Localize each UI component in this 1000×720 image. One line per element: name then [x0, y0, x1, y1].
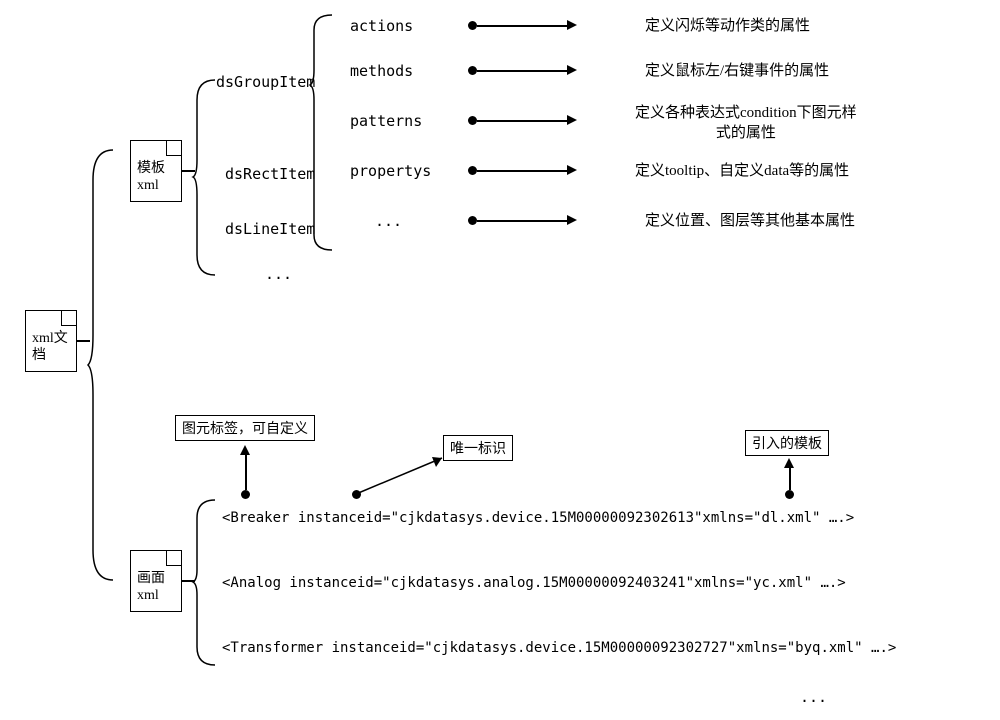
file-icon: 模板 xml: [130, 140, 182, 202]
desc-other: 定义位置、图层等其他基本属性: [645, 212, 855, 232]
diagram: xml文 档 模板 xml dsGroupItem dsRectItem dsL…: [0, 0, 1000, 720]
dot-icon: [468, 116, 477, 125]
item-dsline: dsLineItem: [225, 220, 315, 238]
arrow: [356, 458, 451, 498]
screen-label: 画面 xml: [137, 571, 165, 605]
term-actions: actions: [350, 17, 413, 35]
code-line-transformer: <Transformer instanceid="cjkdatasys.devi…: [222, 640, 896, 656]
term-ellipsis: ...: [375, 212, 402, 230]
dot-icon: [468, 166, 477, 175]
desc-propertys: 定义tooltip、自定义data等的属性: [635, 162, 849, 182]
ellipsis: ...: [265, 265, 292, 283]
arrow: [477, 25, 567, 27]
ellipsis: ...: [800, 688, 827, 706]
brace-icon: [193, 80, 221, 275]
item-dsgroup: dsGroupItem: [216, 73, 315, 91]
item-dsrect: dsRectItem: [225, 165, 315, 183]
dot-icon: [785, 490, 794, 499]
desc-patterns: 定义各种表达式condition下图元样 式的属性: [635, 104, 857, 143]
brace-icon: [193, 500, 221, 665]
dot-icon: [468, 66, 477, 75]
dot-icon: [468, 21, 477, 30]
code-line-analog: <Analog instanceid="cjkdatasys.analog.15…: [222, 575, 846, 591]
desc-methods: 定义鼠标左/右键事件的属性: [645, 62, 829, 82]
arrow-head-icon: [240, 445, 250, 455]
root-label: xml文 档: [32, 331, 68, 365]
arrow-head-icon: [567, 65, 577, 75]
term-methods: methods: [350, 62, 413, 80]
callout-uid: 唯一标识: [443, 435, 513, 461]
file-icon: xml文 档: [25, 310, 77, 372]
arrow: [477, 70, 567, 72]
arrow: [789, 468, 791, 490]
arrow: [477, 170, 567, 172]
arrow-head-icon: [784, 458, 794, 468]
arrow: [245, 455, 247, 490]
term-propertys: propertys: [350, 162, 431, 180]
arrow-head-icon: [567, 20, 577, 30]
brace-icon: [310, 15, 338, 250]
template-label: 模板 xml: [137, 161, 165, 195]
desc-actions: 定义闪烁等动作类的属性: [645, 17, 810, 37]
arrow: [477, 220, 567, 222]
callout-tag-label: 图元标签，可自定义: [175, 415, 315, 441]
brace-icon: [88, 150, 118, 580]
arrow-head-icon: [567, 215, 577, 225]
file-icon: 画面 xml: [130, 550, 182, 612]
callout-tpl-ref: 引入的模板: [745, 430, 829, 456]
term-patterns: patterns: [350, 112, 422, 130]
dot-icon: [241, 490, 250, 499]
arrow-head-icon: [567, 165, 577, 175]
arrow: [477, 120, 567, 122]
dot-icon: [468, 216, 477, 225]
arrow-head-icon: [567, 115, 577, 125]
code-line-breaker: <Breaker instanceid="cjkdatasys.device.1…: [222, 510, 854, 526]
